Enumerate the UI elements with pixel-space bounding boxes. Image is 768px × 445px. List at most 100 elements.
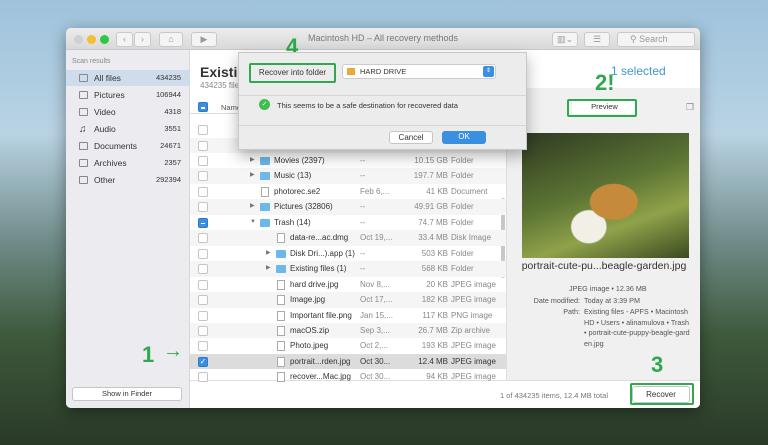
table-row[interactable]: ▼Trash (14)--74.7 MBFolder (190, 215, 506, 231)
disclosure-closed-icon[interactable]: ▶ (250, 199, 255, 215)
disclosure-closed-icon[interactable]: ▶ (250, 168, 255, 184)
search-input[interactable]: ⚲ Search (617, 32, 695, 47)
row-checkbox[interactable] (198, 233, 208, 243)
row-checkbox[interactable] (198, 187, 208, 197)
sidebar-item-label: Archives (94, 155, 127, 171)
file-kind: Folder (451, 246, 474, 262)
select-all-checkbox[interactable] (198, 102, 208, 112)
search-icon: ⚲ (630, 34, 639, 44)
table-row[interactable]: recover...Mac.jpgOct 30...94 KBJPEG imag… (190, 369, 506, 385)
row-checkbox[interactable] (198, 141, 208, 151)
file-size: 33.4 MB (402, 230, 448, 246)
file-date: -- (360, 246, 365, 262)
sidebar-item-label: Audio (94, 121, 116, 137)
filter-icon[interactable]: ☰ (584, 32, 610, 47)
folder-icon (260, 157, 270, 165)
table-row[interactable]: ▶Disk Dri...).app (1)--503 KBFolder (190, 246, 506, 262)
file-name: hard drive.jpg (290, 277, 338, 293)
table-row[interactable]: ▶Pictures (32806)--49.91 GBFolder (190, 199, 506, 215)
pictures-icon (79, 91, 88, 99)
safe-destination-message: This seems to be a safe destination for … (277, 101, 458, 110)
copy-icon[interactable]: ❐ (686, 102, 694, 113)
file-name: macOS.zip (290, 323, 329, 339)
preview-kind-size: JPEG image • 12.36 MB (569, 284, 647, 293)
file-date: Oct 30... (360, 354, 390, 370)
recover-highlight (630, 383, 694, 405)
destination-value: HARD DRIVE (360, 65, 406, 78)
arrow-right-icon: → (163, 340, 183, 363)
view-toggle-button[interactable]: ▥⌄ (552, 32, 578, 47)
table-row[interactable]: ▶Music (13)--197.7 MBFolder (190, 168, 506, 184)
row-checkbox[interactable] (198, 218, 208, 228)
annotation-3: 3 (651, 352, 663, 378)
file-date: Oct 2,... (360, 338, 388, 354)
folder-icon (260, 172, 270, 180)
file-name: recover...Mac.jpg (290, 369, 351, 385)
row-checkbox[interactable]: ✓ (198, 357, 208, 367)
destination-select[interactable]: HARD DRIVE ⇕ (342, 64, 496, 79)
row-checkbox[interactable] (198, 326, 208, 336)
checkmark-icon: ✓ (259, 99, 270, 110)
file-name: data-re...ac.dmg (290, 230, 348, 246)
ok-button[interactable]: OK (442, 131, 486, 144)
table-row[interactable]: data-re...ac.dmgOct 19,...33.4 MBDisk Im… (190, 230, 506, 246)
title-bar: ‹ › ⌂ ▶ Macintosh HD – All recovery meth… (66, 28, 700, 50)
sidebar-item-archives[interactable]: Archives2357 (66, 155, 190, 171)
sidebar-item-pictures[interactable]: Pictures106944 (66, 87, 190, 103)
disclosure-closed-icon[interactable]: ▶ (266, 261, 271, 277)
file-date: -- (360, 153, 365, 169)
cancel-button[interactable]: Cancel (389, 131, 433, 144)
row-checkbox[interactable] (198, 280, 208, 290)
table-row[interactable]: Image.jpgOct 17,...182 KBJPEG image (190, 292, 506, 308)
table-row[interactable]: ▶Movies (2397)--10.15 GBFolder (190, 153, 506, 169)
audio-icon: ♫ (79, 122, 88, 130)
file-date: Oct 19,... (360, 230, 392, 246)
sidebar-item-count: 24671 (160, 138, 181, 154)
row-checkbox[interactable] (198, 264, 208, 274)
file-name: Existing files (1) (290, 261, 346, 277)
disclosure-open-icon[interactable]: ▼ (250, 215, 256, 231)
sidebar-item-audio[interactable]: ♫Audio3551 (66, 121, 190, 137)
preview-panel: Preview ❐ portrait-cute-pu...beagle-gard… (506, 88, 700, 408)
file-name: Trash (14) (274, 215, 311, 231)
row-checkbox[interactable] (198, 249, 208, 259)
row-checkbox[interactable] (198, 372, 208, 382)
sidebar-item-count: 434235 (156, 70, 181, 86)
row-checkbox[interactable] (198, 125, 208, 135)
row-checkbox[interactable] (198, 171, 208, 181)
file-size: 94 KB (402, 369, 448, 385)
show-in-finder-button[interactable]: Show in Finder (72, 387, 182, 401)
table-row[interactable]: photorec.se2Feb 6,...41 KBDocument (190, 184, 506, 200)
row-checkbox[interactable] (198, 341, 208, 351)
table-row[interactable]: ▶Existing files (1)--568 KBFolder (190, 261, 506, 277)
path-value: Existing files - APFS • Macintosh HD • U… (584, 307, 690, 349)
row-checkbox[interactable] (198, 156, 208, 166)
table-row[interactable]: Important file.pngJan 15,...117 KBPNG im… (190, 308, 506, 324)
recover-into-folder-label: Recover into folder (249, 63, 336, 83)
table-row[interactable]: ✓portrait...rden.jpgOct 30...12.4 MBJPEG… (190, 354, 506, 370)
table-row[interactable]: hard drive.jpgNov 8,...20 KBJPEG image (190, 277, 506, 293)
row-checkbox[interactable] (198, 311, 208, 321)
sidebar-item-label: Other (94, 172, 115, 188)
sidebar-item-all-files[interactable]: All files434235 (66, 70, 190, 86)
file-name: Movies (2397) (274, 153, 325, 169)
row-checkbox[interactable] (198, 202, 208, 212)
file-size: 49.91 GB (402, 199, 448, 215)
file-size: 193 KB (402, 338, 448, 354)
disclosure-closed-icon[interactable]: ▶ (250, 153, 255, 169)
sidebar-item-video[interactable]: Video4318 (66, 104, 190, 120)
file-date: Oct 17,... (360, 292, 392, 308)
file-size: 41 KB (402, 184, 448, 200)
table-row[interactable]: macOS.zipSep 3,...26.7 MBZip archive (190, 323, 506, 339)
drive-icon (347, 68, 355, 75)
disclosure-closed-icon[interactable]: ▶ (266, 246, 271, 262)
sidebar-item-label: Documents (94, 138, 137, 154)
sidebar-item-documents[interactable]: Documents 24671 (66, 138, 190, 154)
file-kind: Folder (451, 261, 474, 277)
file-size: 197.7 MB (402, 168, 448, 184)
row-checkbox[interactable] (198, 295, 208, 305)
file-date: -- (360, 215, 365, 231)
sidebar-item-other[interactable]: Other292394 (66, 172, 190, 188)
file-date: -- (360, 168, 365, 184)
table-row[interactable]: Photo.jpegOct 2,...193 KBJPEG image (190, 338, 506, 354)
